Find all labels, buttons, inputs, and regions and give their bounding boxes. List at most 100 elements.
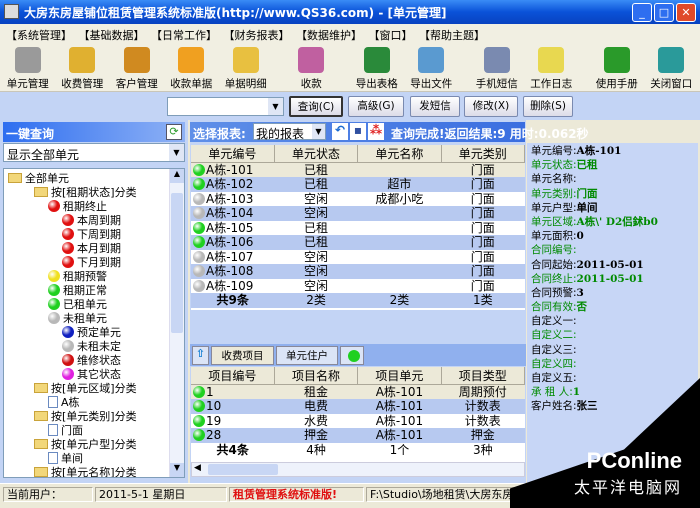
tree-item[interactable]: 按[租期状态]分类 [34, 186, 137, 200]
tree-item[interactable]: 本月到期 [62, 242, 121, 256]
table-row[interactable]: A栋-108 空闲 门面 [191, 264, 525, 279]
tree-scrollbar[interactable]: ▲ ▼ [169, 169, 184, 477]
tree-item[interactable]: 维修状态 [62, 354, 121, 368]
toolbar-button-6[interactable]: 导出表格 [351, 44, 403, 91]
minimize-button[interactable]: _ [632, 3, 652, 22]
tab-fee-items[interactable]: 收费项目 [211, 346, 274, 365]
menu-item-2[interactable]: 【日常工作】 [157, 29, 218, 42]
query-button-1[interactable]: 高级(G) [348, 96, 404, 117]
menu-item-4[interactable]: 【数据维护】 [302, 29, 363, 42]
table-row[interactable]: A栋-104 空闲 门面 [191, 206, 525, 221]
toolbar-button-1[interactable]: 收费管理 [57, 44, 109, 91]
cell: A栋-101 [191, 162, 275, 177]
table-row[interactable]: A栋-109 空闲 门面 [191, 278, 525, 293]
column-header[interactable]: 项目名称 [274, 367, 359, 385]
menu-item-0[interactable]: 【系统管理】 [6, 29, 72, 42]
column-header[interactable]: 单元编号 [191, 145, 275, 163]
table-row[interactable]: A栋-101 已租 门面 [191, 162, 525, 177]
tab-unit-tenants[interactable]: 单元住户 [276, 346, 338, 365]
report-bar: 选择报表: 我的报表 ▼ ↶ ▪ ⁂ 查询完成!返回结果:9 用时:0.062秒 [190, 122, 589, 142]
query-button-4[interactable]: 删除(S) [523, 96, 573, 117]
column-header[interactable]: 单元名称 [357, 145, 442, 163]
tree-item[interactable]: 租期终止 [48, 200, 107, 214]
table-row[interactable]: A栋-103 空闲 成都小吃 门面 [191, 191, 525, 206]
toolbar-button-4[interactable]: 单据明细 [220, 44, 272, 91]
column-header[interactable]: 单元状态 [274, 145, 359, 163]
table-row[interactable]: 19 水费 A栋-101 计数表 [191, 413, 525, 428]
toolbar-button-5[interactable]: 收款 [286, 44, 338, 91]
cell: A栋-109 [191, 278, 275, 293]
table-row[interactable]: A栋-102 已租 超市 门面 [191, 177, 525, 192]
toolbar-button-8[interactable]: 手机短信 [471, 44, 523, 91]
detail-row: 合同有效:否 [531, 301, 588, 314]
tree-item[interactable]: 下月到期 [62, 256, 121, 270]
horizontal-scrollbar[interactable]: ◀ [191, 462, 525, 477]
menu-item-5[interactable]: 【窗口】 [374, 29, 413, 42]
tree-item[interactable]: 本周到期 [62, 214, 121, 228]
column-header[interactable]: 项目类型 [441, 367, 526, 385]
tree-item[interactable]: 按[单元类别]分类 [34, 410, 137, 424]
table-row[interactable]: 1 租金 A栋-101 周期预付 [191, 384, 525, 399]
toolbar-button-10[interactable]: 使用手册 [591, 44, 643, 91]
toolbar-button-0[interactable]: 单元管理 [2, 44, 54, 91]
detail-key: 单元状态 [531, 159, 573, 172]
refresh-icon[interactable]: ⟳ [166, 124, 182, 140]
tree-item[interactable]: 单间 [48, 452, 83, 466]
toolbar-button-9[interactable]: 工作日志 [526, 44, 578, 91]
query-button-0[interactable]: 查询(C) [289, 96, 343, 117]
tree-item[interactable]: A栋 [48, 396, 80, 410]
column-header[interactable]: 项目单元 [357, 367, 442, 385]
detail-row: 自定义一: [531, 315, 577, 328]
toolbar-label: 收款 [300, 78, 322, 90]
query-button-2[interactable]: 发短信 [410, 96, 460, 117]
yuan-receipt-icon [178, 47, 205, 73]
tree-item[interactable]: 按[单元区域]分类 [34, 382, 137, 396]
collapse-up-icon[interactable]: ⇧ [192, 346, 209, 365]
filter-select[interactable]: 显示全部单元 ▼ [3, 143, 185, 162]
menu-item-1[interactable]: 【基础数据】 [84, 29, 145, 42]
query-button-3[interactable]: 修改(X) [464, 96, 518, 117]
totals-row: 共9条 2类 2类 1类 [191, 293, 525, 308]
cell-text: 19 [206, 413, 222, 428]
table-row[interactable]: A栋-105 已租 门面 [191, 220, 525, 235]
save-icon[interactable]: ▪ [350, 123, 366, 140]
cell: 1 [191, 384, 275, 399]
table-row[interactable]: 10 电费 A栋-101 计数表 [191, 399, 525, 414]
tree-item[interactable]: 按[单元名称]分类 [34, 466, 137, 478]
table-row[interactable]: 28 押金 A栋-101 押金 [191, 428, 525, 443]
toolbar-button-3[interactable]: 收款单据 [166, 44, 218, 91]
column-header[interactable]: 项目编号 [191, 367, 275, 385]
tree-item[interactable]: 预定单元 [62, 326, 121, 340]
cell-text: A栋-105 [206, 220, 254, 235]
toolbar-button-2[interactable]: 客户管理 [111, 44, 163, 91]
tree-item[interactable]: 下周到期 [62, 228, 121, 242]
tree-item[interactable]: 按[单元户型]分类 [34, 438, 137, 452]
report-select[interactable]: 我的报表 ▼ [253, 123, 326, 141]
tree-item[interactable]: 全部单元 [8, 172, 69, 186]
tree-item[interactable]: 未租未定 [62, 340, 121, 354]
menu-item-6[interactable]: 【帮助主题】 [425, 29, 486, 42]
tree-item[interactable]: 已租单元 [48, 298, 107, 312]
table-row[interactable]: A栋-107 空闲 门面 [191, 249, 525, 264]
tree-item[interactable]: 租期正常 [48, 284, 107, 298]
toolbar-button-11[interactable]: 关闭窗口 [646, 44, 698, 91]
tree-item[interactable]: 其它状态 [62, 368, 121, 382]
undo-icon[interactable]: ↶ [332, 123, 348, 140]
maximize-button[interactable]: □ [654, 3, 674, 22]
toolbar-button-7[interactable]: 导出文件 [406, 44, 458, 91]
status-dot-tab[interactable] [340, 346, 364, 365]
color-dots-icon[interactable]: ⁂ [368, 123, 384, 140]
tree-label: 未租单元 [63, 312, 107, 325]
close-button[interactable]: ✕ [676, 3, 696, 22]
query-combo[interactable]: ▼ [167, 97, 284, 116]
document-icon [48, 396, 58, 408]
tree-item[interactable]: 门面 [48, 424, 83, 438]
cell: 门面 [441, 264, 525, 279]
status-dot-icon [62, 368, 74, 380]
menu-item-3[interactable]: 【财务报表】 [229, 29, 290, 42]
column-header[interactable]: 单元类别 [441, 145, 526, 163]
tree-label: 按[单元名称]分类 [51, 466, 137, 478]
tree-item[interactable]: 租期预警 [48, 270, 107, 284]
tree-item[interactable]: 未租单元 [48, 312, 107, 326]
table-row[interactable]: A栋-106 已租 门面 [191, 235, 525, 250]
